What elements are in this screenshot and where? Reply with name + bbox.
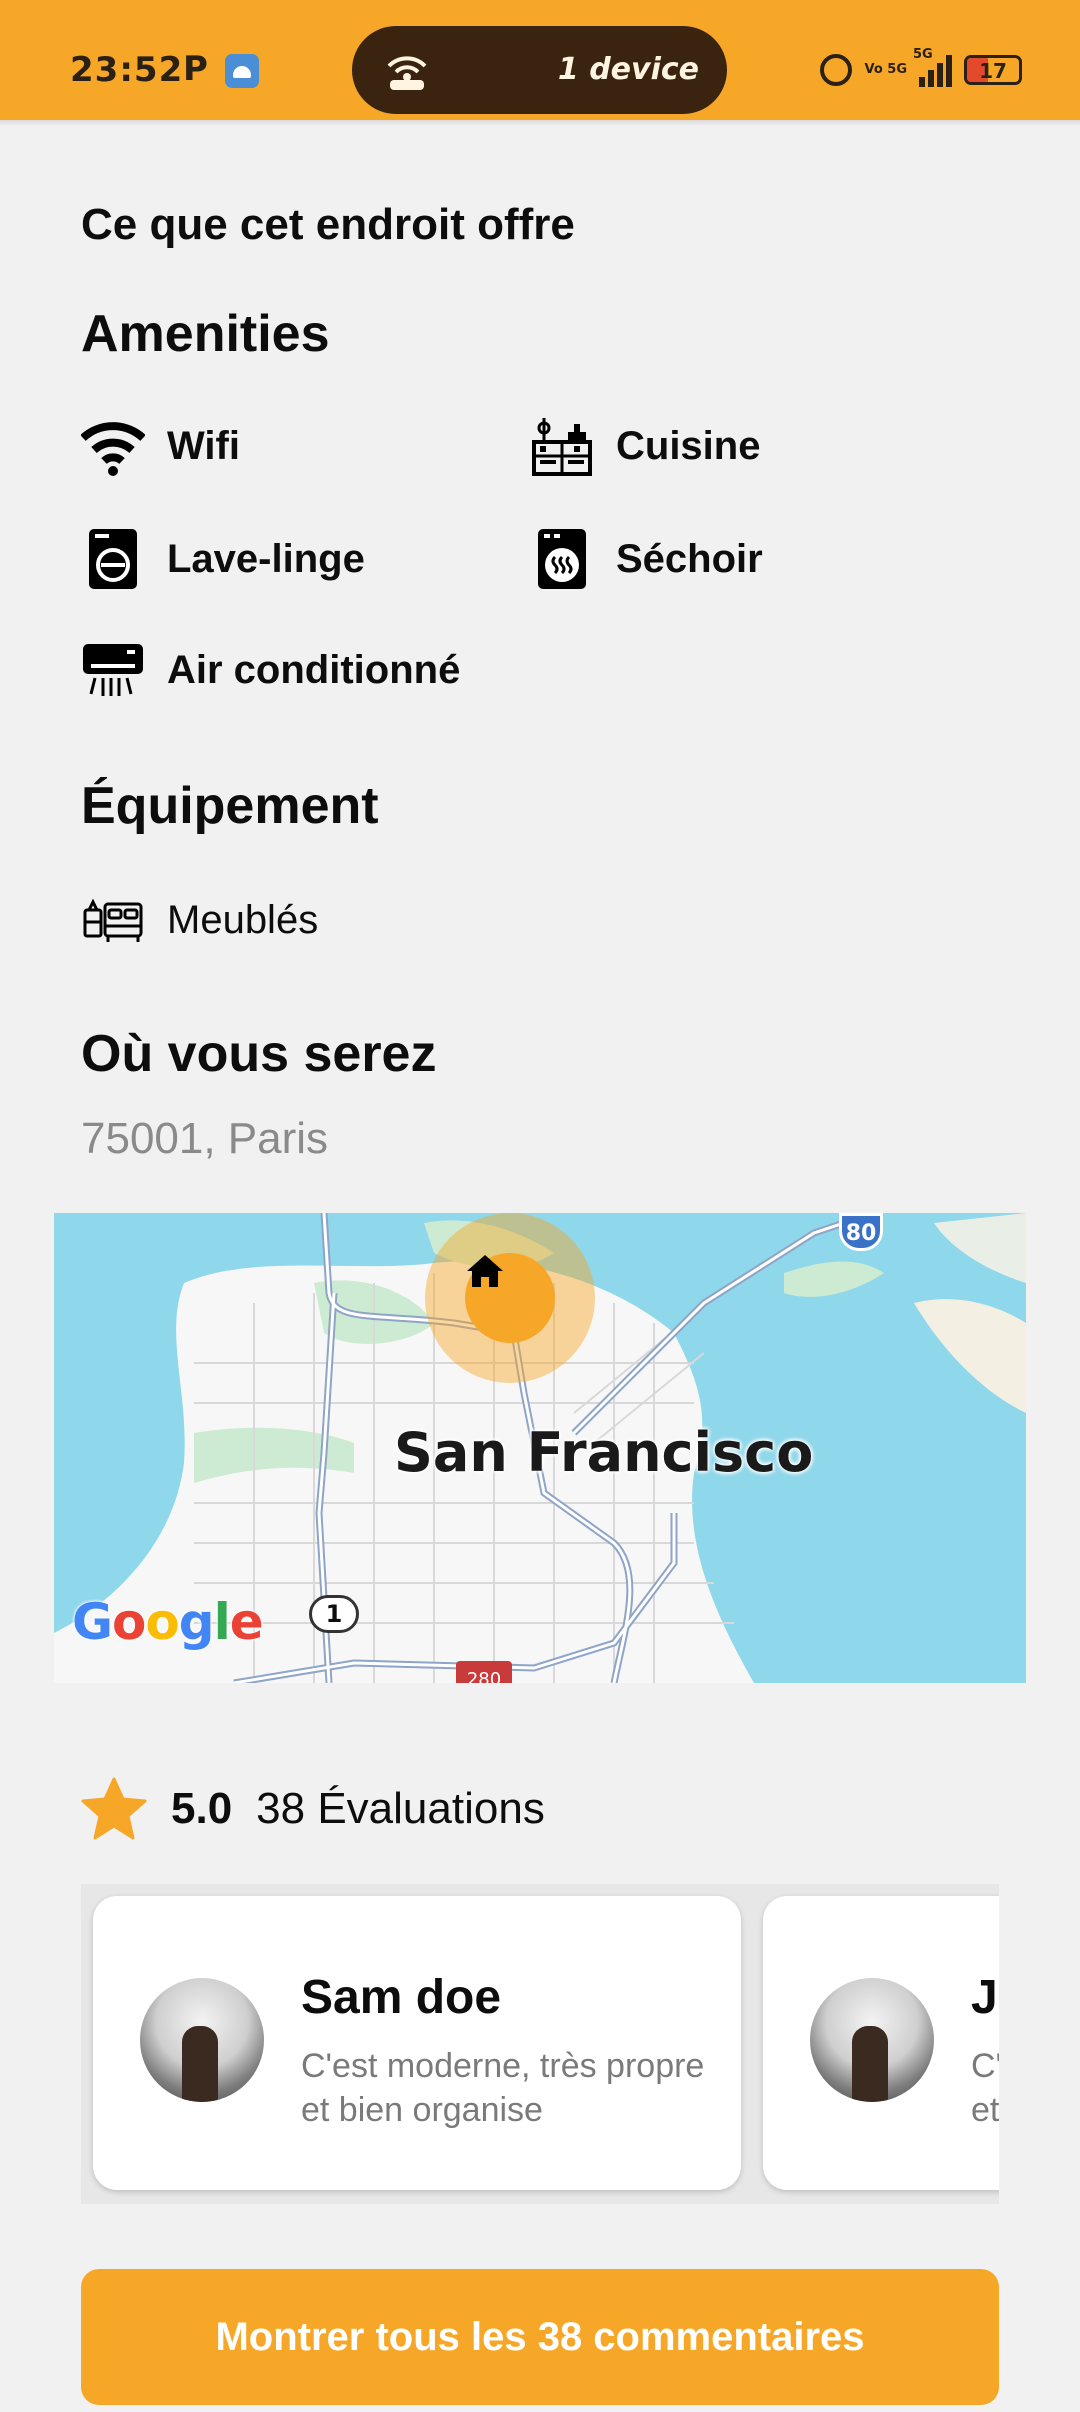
rating-score: 5.0	[171, 1784, 233, 1833]
amenity-label: Lave-linge	[167, 536, 365, 581]
hotspot-pill[interactable]: 1 device	[352, 26, 727, 114]
alarm-icon	[820, 54, 853, 86]
hotspot-label: 1 device	[557, 52, 699, 87]
air-conditioner-icon	[81, 638, 145, 702]
equipment-label: Meublés	[167, 897, 319, 942]
status-bar: 23:52 P 1 device Vo 5G 5G 17	[0, 0, 1080, 120]
google-logo: Google	[72, 1593, 264, 1651]
amenity-dryer: Séchoir	[530, 527, 763, 591]
amenities-title: Amenities	[81, 305, 330, 363]
reviewer-name: Jane doe	[971, 1971, 999, 2024]
reviews-carousel[interactable]: Sam doe C'est moderne, très propre et bi…	[81, 1884, 999, 2204]
wifi-icon	[81, 414, 145, 478]
route-80-shield: 80	[839, 1213, 883, 1251]
show-all-reviews-label: Montrer tous les 38 commentaires	[215, 2314, 865, 2359]
map-marker[interactable]	[465, 1253, 555, 1343]
kitchen-icon	[530, 414, 594, 478]
amenity-label: Cuisine	[616, 423, 761, 468]
android-notification-icon	[225, 54, 259, 88]
map-city-label: San Francisco	[394, 1421, 814, 1484]
volte-icon: Vo 5G	[864, 62, 907, 77]
status-icons: Vo 5G 5G 17	[820, 47, 1022, 88]
washer-icon	[81, 527, 145, 591]
location-address: 75001, Paris	[81, 1114, 329, 1163]
status-time: 23:52	[70, 50, 184, 90]
amenity-wifi: Wifi	[81, 414, 240, 478]
battery-level: 17	[979, 59, 1007, 83]
avatar	[140, 1978, 264, 2102]
signal-icon: 5G	[913, 47, 952, 87]
show-all-reviews-button[interactable]: Montrer tous les 38 commentaires	[81, 2269, 999, 2405]
review-card[interactable]: Jane doe C'est moderne, très propre et b…	[763, 1896, 999, 2190]
amenity-air-conditioning: Air conditionné	[81, 638, 460, 702]
route-1-shield: 1	[309, 1595, 359, 1633]
amenity-label: Air conditionné	[167, 647, 461, 692]
rating-count: 38 Évaluations	[256, 1784, 545, 1833]
location-title: Où vous serez	[81, 1025, 437, 1083]
home-icon	[467, 1255, 503, 1287]
equipment-title: Équipement	[81, 777, 379, 835]
hotspot-icon	[387, 56, 427, 90]
amenity-kitchen: Cuisine	[530, 414, 760, 478]
furniture-icon	[81, 888, 145, 952]
location-map[interactable]: San Francisco 1 80 280 Google	[54, 1213, 1026, 1683]
reviewer-name: Sam doe	[301, 1971, 502, 2024]
offer-title: Ce que cet endroit offre	[81, 200, 575, 249]
review-comment: C'est moderne, très propre et bien organ…	[301, 2047, 705, 2129]
rating-summary: 5.0 38 Évaluations	[81, 1776, 545, 1842]
avatar	[810, 1978, 934, 2102]
review-card[interactable]: Sam doe C'est moderne, très propre et bi…	[93, 1896, 741, 2190]
amenity-washer: Lave-linge	[81, 527, 365, 591]
equipment-furnished: Meublés	[81, 888, 318, 952]
parking-notification-icon: P	[183, 49, 208, 89]
amenity-label: Wifi	[167, 423, 240, 468]
amenity-label: Séchoir	[616, 536, 763, 581]
review-comment: C'est moderne, très propre et bien organ…	[971, 2047, 999, 2129]
network-type-label: 5G	[913, 47, 933, 62]
dryer-icon	[530, 527, 594, 591]
battery-icon: 17	[964, 55, 1022, 85]
header-divider	[0, 120, 1080, 126]
route-280-shield: 280	[456, 1661, 512, 1683]
star-icon	[81, 1777, 147, 1840]
